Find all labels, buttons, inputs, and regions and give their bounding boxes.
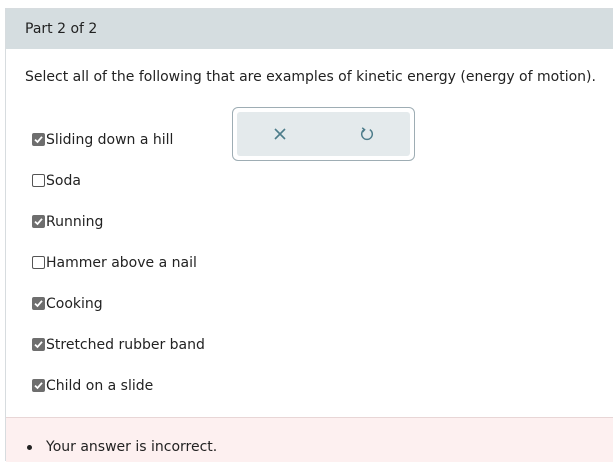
checkbox[interactable] [32,379,45,392]
option-sliding-down-a-hill[interactable]: Sliding down a hill [32,128,205,169]
bullet [27,444,32,450]
option-running[interactable]: Running [32,210,205,251]
undo-icon [360,127,373,141]
answer-options: Sliding down a hill Soda Running Hammer … [32,128,205,415]
option-hammer-above-a-nail[interactable]: Hammer above a nail [32,251,205,292]
undo-button[interactable] [355,122,379,146]
clear-button[interactable] [268,122,292,146]
option-label: Stretched rubber band [46,336,205,353]
question-prompt: Select all of the following that are exa… [25,69,596,85]
option-soda[interactable]: Soda [32,169,205,210]
checkbox[interactable] [32,215,45,228]
option-label: Hammer above a nail [46,254,197,271]
part-indicator: Part 2 of 2 [25,21,98,37]
option-stretched-rubber-band[interactable]: Stretched rubber band [32,333,205,374]
feedback-message: Your answer is incorrect. [46,439,218,455]
question-panel: Part 2 of 2 Select all of the following … [5,8,613,462]
option-label: Sliding down a hill [46,131,174,148]
option-child-on-a-slide[interactable]: Child on a slide [32,374,205,415]
option-label: Cooking [46,295,103,312]
checkbox[interactable] [32,256,45,269]
option-label: Child on a slide [46,377,154,394]
feedback-banner: Your answer is incorrect. [6,417,613,462]
option-cooking[interactable]: Cooking [32,292,205,333]
answer-tools-bar [237,112,410,156]
option-label: Running [46,213,104,230]
checkbox[interactable] [32,297,45,310]
x-icon [274,128,286,140]
feedback-item: Your answer is incorrect. [27,439,217,455]
part-header: Part 2 of 2 [6,9,613,49]
checkbox[interactable] [32,174,45,187]
checkbox[interactable] [32,133,45,146]
option-label: Soda [46,172,81,189]
answer-tools-popup [232,107,415,161]
checkbox[interactable] [32,338,45,351]
